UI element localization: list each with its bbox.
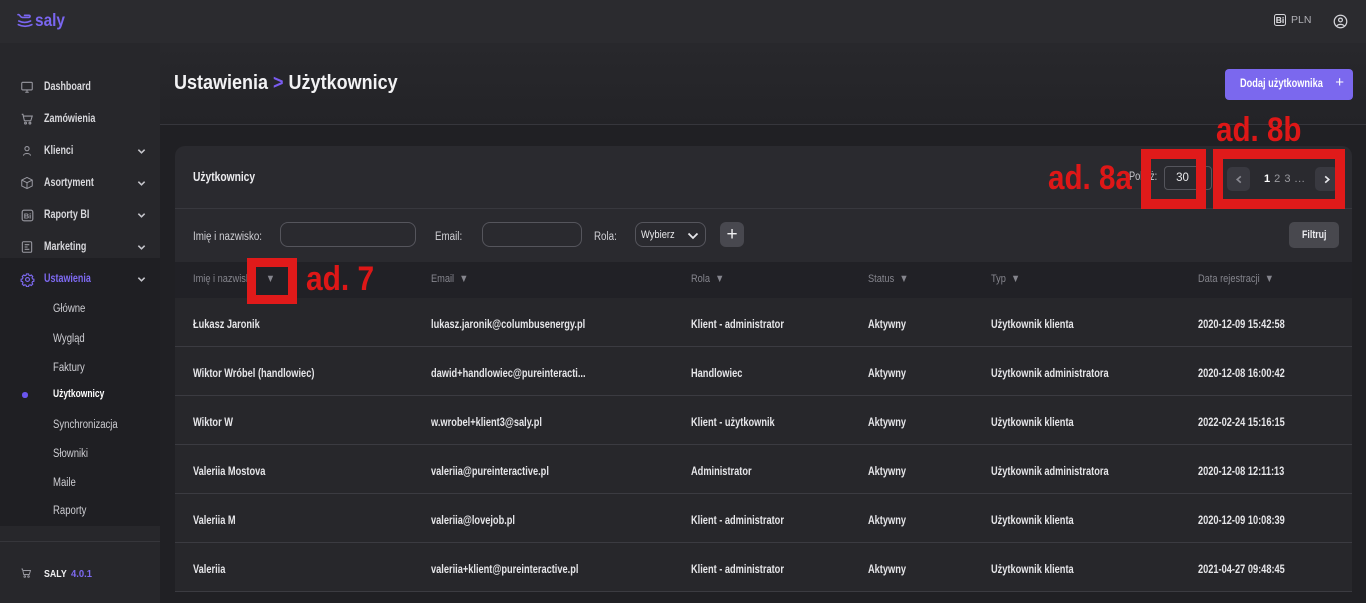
svg-text:Bi: Bi	[24, 211, 32, 220]
